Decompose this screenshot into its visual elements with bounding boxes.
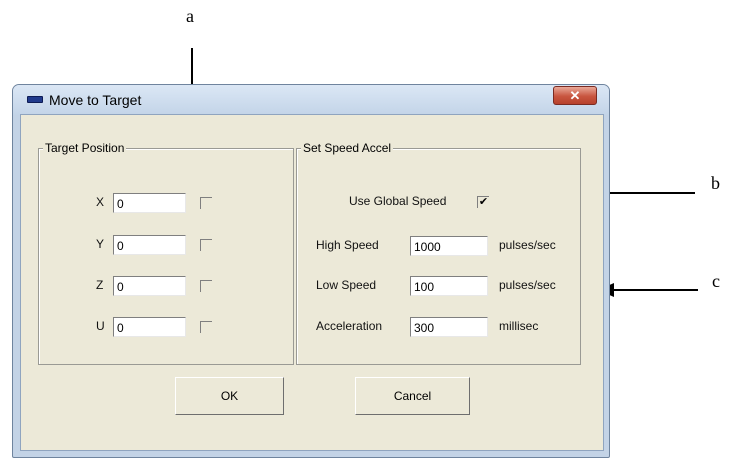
target-position-legend: Target Position xyxy=(43,141,127,155)
callout-c-label: c xyxy=(712,271,720,291)
axis-y-label: Y xyxy=(96,237,105,251)
axis-u-label: U xyxy=(96,319,105,333)
low-speed-input[interactable]: 100 xyxy=(410,276,488,296)
close-icon: ✕ xyxy=(569,88,581,103)
axis-x-input[interactable]: 0 xyxy=(113,193,186,213)
use-global-speed-checkbox[interactable]: ✔ xyxy=(477,196,489,208)
low-speed-label: Low Speed xyxy=(316,278,377,292)
checkmark-icon: ✔ xyxy=(478,196,489,208)
callout-c-line xyxy=(612,289,698,291)
close-button[interactable]: ✕ xyxy=(553,86,597,105)
dialog-client-area: Target Position X 0 Y 0 Z 0 U 0 Set Spee… xyxy=(20,114,604,451)
axis-y-checkbox[interactable] xyxy=(200,239,212,251)
axis-x-checkbox[interactable] xyxy=(200,197,212,209)
high-speed-input[interactable]: 1000 xyxy=(410,236,488,256)
target-position-group: Target Position X 0 Y 0 Z 0 U 0 xyxy=(38,141,294,365)
speed-accel-legend: Set Speed Accel xyxy=(301,141,394,155)
axis-z-checkbox[interactable] xyxy=(200,280,212,292)
title-bar[interactable]: Move to Target ✕ xyxy=(13,85,609,115)
acceleration-unit: millisec xyxy=(499,319,539,333)
axis-z-input[interactable]: 0 xyxy=(113,276,186,296)
use-global-speed-label: Use Global Speed xyxy=(349,194,447,208)
cancel-button[interactable]: Cancel xyxy=(355,377,470,415)
callout-b-label: b xyxy=(711,173,720,193)
window-app-icon xyxy=(27,96,43,103)
speed-accel-group: Set Speed Accel Use Global Speed ✔ High … xyxy=(296,141,581,365)
high-speed-unit: pulses/sec xyxy=(499,238,556,252)
ok-button[interactable]: OK xyxy=(175,377,284,415)
move-to-target-dialog: Move to Target ✕ Target Position X 0 Y 0… xyxy=(12,84,610,458)
axis-u-checkbox[interactable] xyxy=(200,321,212,333)
axis-z-label: Z xyxy=(96,278,104,292)
acceleration-label: Acceleration xyxy=(316,319,383,333)
window-title: Move to Target xyxy=(49,92,142,108)
high-speed-label: High Speed xyxy=(316,238,379,252)
axis-u-input[interactable]: 0 xyxy=(113,317,186,337)
callout-a-label: a xyxy=(186,6,194,26)
axis-y-input[interactable]: 0 xyxy=(113,235,186,255)
low-speed-unit: pulses/sec xyxy=(499,278,556,292)
acceleration-input[interactable]: 300 xyxy=(410,317,488,337)
axis-x-label: X xyxy=(96,195,105,209)
